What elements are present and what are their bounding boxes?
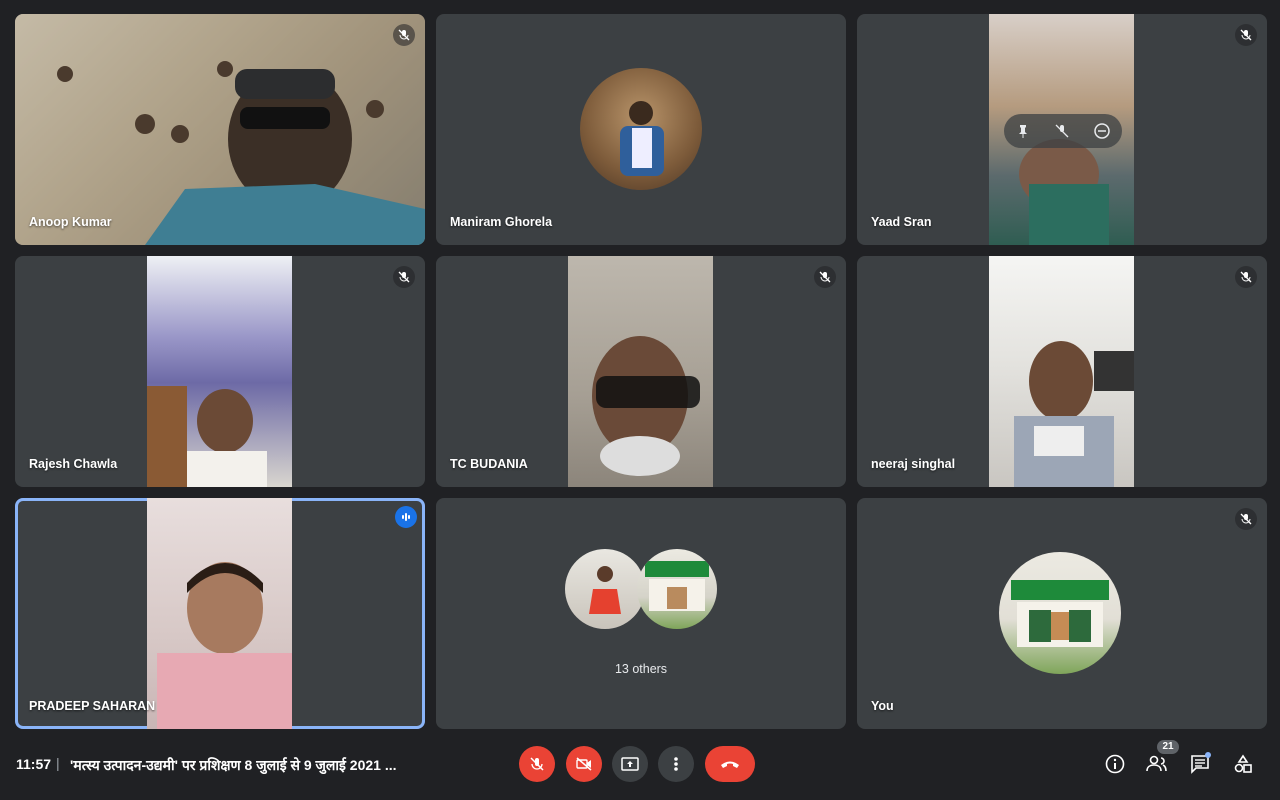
participant-video	[989, 256, 1134, 487]
participant-tile-anoop-kumar[interactable]: Anoop Kumar	[15, 14, 425, 245]
pin-icon[interactable]	[1016, 124, 1030, 138]
more-options-button[interactable]	[658, 746, 694, 782]
mic-off-icon	[530, 757, 544, 771]
separator: |	[56, 755, 60, 771]
avatar	[637, 549, 717, 629]
participant-name: neeraj singhal	[871, 457, 956, 471]
participant-name: TC BUDANIA	[450, 457, 528, 471]
mic-off-icon	[814, 266, 836, 288]
camera-off-icon	[576, 757, 592, 771]
tile-hover-controls	[1004, 114, 1122, 148]
participant-tile-maniram-ghorela[interactable]: Maniram Ghorela	[436, 14, 846, 245]
leave-call-button[interactable]	[705, 746, 755, 782]
activities-icon	[1234, 754, 1252, 773]
present-screen-button[interactable]	[612, 746, 648, 782]
avatar	[580, 68, 702, 190]
participant-tile-others[interactable]: 13 others	[436, 498, 846, 729]
mic-off-icon	[393, 266, 415, 288]
mute-participant-icon[interactable]	[1055, 124, 1069, 138]
participant-name: Anoop Kumar	[29, 215, 112, 229]
participant-video	[147, 498, 292, 729]
participant-name: PRADEEP SAHARAN	[29, 699, 156, 713]
participant-video	[15, 14, 425, 245]
camera-toggle-button[interactable]	[566, 746, 602, 782]
chat-notification-dot	[1205, 752, 1211, 758]
participant-name: Rajesh Chawla	[29, 457, 118, 471]
others-count-label: 13 others	[614, 662, 668, 676]
participant-name: Maniram Ghorela	[450, 215, 553, 229]
mic-off-icon	[393, 24, 415, 46]
info-icon	[1105, 754, 1125, 774]
meeting-title[interactable]: 'मत्स्य उत्पादन-उद्यमी' पर प्रशिक्षण 8 ज…	[70, 756, 420, 775]
mic-off-icon	[1235, 508, 1257, 530]
mic-toggle-button[interactable]	[519, 746, 555, 782]
end-call-icon	[721, 761, 739, 768]
participant-name: Yaad Sran	[871, 215, 932, 229]
participant-count-badge: 21	[1157, 740, 1179, 754]
mic-off-icon	[1235, 266, 1257, 288]
participant-tile-rajesh-chawla[interactable]: Rajesh Chawla	[15, 256, 425, 487]
avatar	[999, 552, 1121, 674]
participant-tile-you[interactable]: You	[857, 498, 1267, 729]
participant-tile-neeraj-singhal[interactable]: neeraj singhal	[857, 256, 1267, 487]
remove-icon[interactable]	[1093, 123, 1110, 139]
participant-tile-tc-budania[interactable]: TC BUDANIA	[436, 256, 846, 487]
meeting-time: 11:57	[16, 756, 52, 772]
meeting-details-button[interactable]	[1101, 750, 1129, 778]
speaking-indicator-icon	[395, 506, 417, 528]
people-button[interactable]	[1143, 750, 1171, 778]
video-frame-image	[15, 14, 425, 245]
participant-video	[568, 256, 713, 487]
present-screen-icon	[621, 757, 639, 771]
avatar	[565, 549, 645, 629]
participant-video	[147, 256, 292, 487]
people-icon	[1146, 755, 1167, 772]
participant-tile-yaad-sran[interactable]: Yaad Sran	[857, 14, 1267, 245]
meeting-toolbar: 11:57 | 'मत्स्य उत्पादन-उद्यमी' पर प्रशि…	[0, 736, 1280, 800]
participant-name: You	[871, 699, 894, 713]
more-options-icon	[674, 757, 678, 771]
activities-button[interactable]	[1229, 750, 1257, 778]
mic-off-icon	[1235, 24, 1257, 46]
participant-tile-pradeep-saharan[interactable]: PRADEEP SAHARAN	[15, 498, 425, 729]
